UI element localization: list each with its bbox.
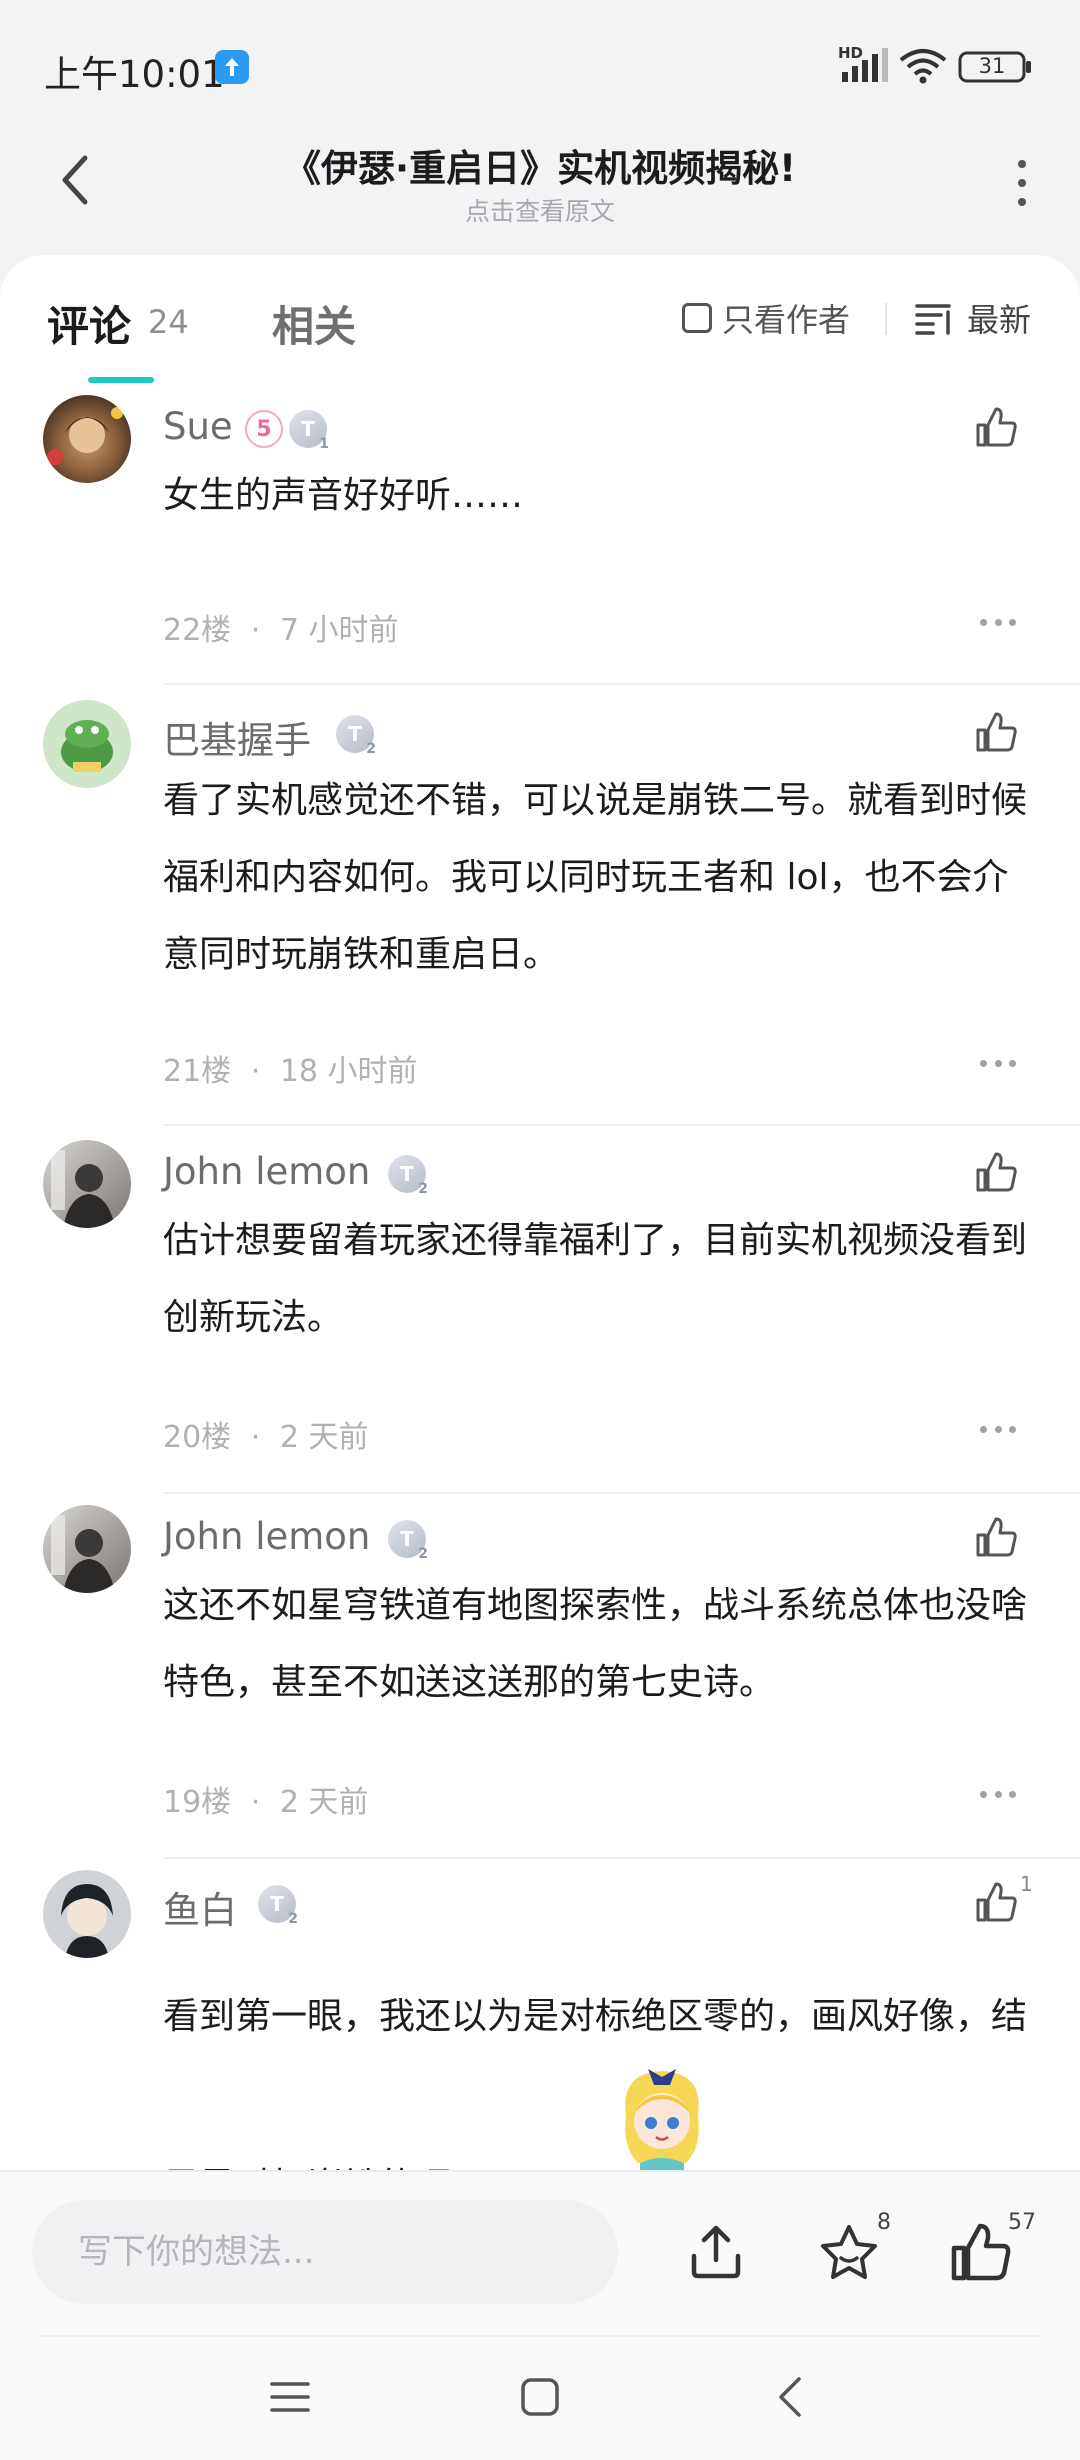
meta-separator: · [250,1785,261,1820]
comment-meta: 22楼 · 7 小时前 [163,605,398,649]
comment-like-count: 1 [1020,1872,1033,1896]
comment-author[interactable]: John lemon [163,1150,370,1193]
status-bar: 上午10:01 HD 31 [0,0,1080,130]
tab-comments[interactable]: 评论 [47,293,131,354]
comment-action-bar: 8 57 [0,2170,1080,2335]
tier-badge-icon: T2 [388,1520,428,1562]
home-icon[interactable] [520,2377,560,2417]
comment-floor: 21楼 [163,1054,232,1089]
checkbox-icon[interactable] [682,303,712,333]
comment-item: John lemon T2 估计想要留着玩家还得靠福利了，目前实机视频没看到创新… [0,1140,1080,1505]
comment-more-icon[interactable] [980,619,1016,629]
comment-meta: 19楼 · 2 天前 [163,1777,368,1821]
sort-label: 最新 [967,301,1032,339]
comment-meta: 21楼 · 18 小时前 [163,1046,418,1090]
menu-icon[interactable] [270,2380,310,2414]
nav-back-icon[interactable] [775,2375,805,2419]
author-only-toggle[interactable]: 只看作者 [682,298,851,339]
meta-separator: · [250,613,261,648]
comment-author[interactable]: Sue [163,405,233,448]
divider [40,2335,1040,2337]
user-badges: T2 [388,1154,428,1197]
comment-text: 这还不如星穹铁道有地图探索性，战斗系统总体也没啥特色，甚至不如送这送那的第七史诗… [163,1585,1028,1703]
tier-badge-icon: T1 [289,410,329,452]
page-title: 《伊瑟·重启日》实机视频揭秘! [284,147,796,190]
system-nav-bar [0,2335,1080,2460]
comment-meta: 20楼 · 2 天前 [163,1412,368,1456]
comments-card: 评论 24 相关 只看作者 最新 Sue 5 T 1 女生的声音好好听…… 22… [0,255,1080,2175]
status-time: 上午10:01 [44,53,225,96]
like-thumb-icon[interactable] [948,2220,1012,2284]
tab-bar: 评论 24 相关 只看作者 最新 [0,255,1080,390]
comment-text: 看了实机感觉还不错，可以说是崩铁二号。就看到时候福利和内容如何。我可以同时玩王者… [163,780,1028,975]
wifi-icon [898,48,948,84]
comment-item: 巴基握手 T2 看了实机感觉还不错，可以说是崩铁二号。就看到时候福利和内容如何。… [0,700,1080,1140]
avatar[interactable] [43,700,131,788]
comment-like-icon[interactable] [974,1880,1018,1924]
user-badges: T2 [258,1884,298,1927]
comment-more-icon[interactable] [980,1426,1016,1436]
comment-like-icon[interactable] [974,710,1018,754]
comment-more-icon[interactable] [980,1060,1016,1070]
level-badge-icon: 5 [245,410,283,448]
comments-count: 24 [148,303,189,341]
comment-text: 估计想要留着玩家还得靠福利了，目前实机视频没看到创新玩法。 [163,1220,1028,1338]
user-badges: T2 [388,1519,428,1562]
tab-divider [885,303,887,335]
comment-item: 鱼白 T2 1 看到第一眼，我还以为是对标绝区零的，画风好像，结果是对标崩铁的呀 [0,1870,1080,2175]
divider [163,1857,1080,1859]
share-icon[interactable] [686,2222,746,2282]
comment-time: 2 天前 [279,1785,369,1820]
comment-more-icon[interactable] [980,1791,1016,1801]
comment-floor: 22楼 [163,613,232,648]
comment-author[interactable]: 巴基握手 [163,710,311,764]
favorite-count: 8 [877,2210,891,2235]
battery-level: 31 [978,54,1006,78]
comment-like-icon[interactable] [974,1515,1018,1559]
comment-item: John lemon T2 这还不如星穹铁道有地图探索性，战斗系统总体也没啥特色… [0,1505,1080,1870]
comment-time: 7 小时前 [279,613,399,648]
mascot-sticker-icon[interactable] [600,2055,725,2180]
divider [163,683,1080,685]
comment-author[interactable]: 鱼白 [163,1880,237,1934]
sort-button[interactable]: 最新 [915,298,1032,339]
comment-time: 2 天前 [279,1420,369,1455]
user-badges: 5 T1 [245,409,329,452]
active-tab-indicator [88,377,154,383]
upload-notification-icon [215,50,249,84]
tier-badge-icon: T2 [388,1155,428,1197]
divider [163,1124,1080,1126]
comment-text: 女生的声音好好听…… [163,475,524,516]
meta-separator: · [250,1420,261,1455]
comment-floor: 20楼 [163,1420,232,1455]
tab-related[interactable]: 相关 [272,293,356,354]
sort-icon [915,304,951,335]
article-header: 《伊瑟·重启日》实机视频揭秘! 点击查看原文 [0,130,1080,260]
author-only-label: 只看作者 [722,301,851,339]
comment-time: 18 小时前 [279,1054,418,1089]
comment-like-icon[interactable] [974,405,1018,449]
view-original-link[interactable]: 点击查看原文 [0,192,1080,228]
meta-separator: · [250,1054,261,1089]
comment-like-icon[interactable] [974,1150,1018,1194]
favorite-star-icon[interactable] [818,2222,880,2284]
more-options-icon[interactable] [1016,160,1028,206]
avatar[interactable] [43,1505,131,1593]
divider [163,1492,1080,1494]
tier-badge-icon: T2 [336,715,376,757]
signal-icon: HD [838,44,896,84]
avatar[interactable] [43,1140,131,1228]
avatar[interactable] [43,395,131,483]
comment-author[interactable]: John lemon [163,1515,370,1558]
battery-icon: 31 [958,50,1032,84]
comment-item: Sue 5 T1 女生的声音好好听…… 22楼 · 7 小时前 [0,395,1080,695]
avatar[interactable] [43,1870,131,1958]
tier-badge-icon: T2 [258,1885,298,1927]
like-count: 57 [1008,2210,1036,2235]
user-badges: T2 [336,714,376,757]
comment-floor: 19楼 [163,1785,232,1820]
comment-input[interactable] [32,2200,618,2304]
